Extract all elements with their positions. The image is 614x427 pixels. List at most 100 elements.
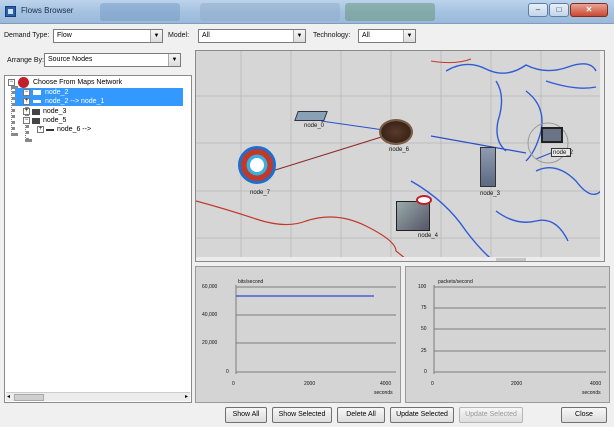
model-label: Model: [168,32,190,39]
network-map[interactable]: node_0 node_6 node_7 node_3 node_2 node_… [195,50,605,262]
graph2-ytick: 25 [421,348,427,354]
tree-row-flow[interactable]: + node_2 --> node_1 [15,97,183,106]
chevron-down-icon: ▼ [403,30,415,42]
graph2-ytick: 75 [421,305,427,311]
expand-toggle[interactable]: + [23,108,30,115]
server-icon [480,147,496,187]
hub-icon [381,121,411,143]
demand-type-select[interactable]: Flow ▼ [53,29,163,43]
tree-row-selected[interactable]: − node_2 [15,88,183,97]
tree-item-node-3[interactable]: node_3 [43,107,66,116]
technology-value: All [362,32,370,39]
chevron-right-icon[interactable]: ▸ [185,393,188,400]
demand-type-value: Flow [57,32,72,39]
node-3[interactable]: node_3 [480,147,500,197]
node-2-label: node_2 [553,150,574,156]
window-title: Flows Browser [21,6,74,15]
chevron-down-icon: ▼ [150,30,162,42]
badge-icon [416,195,432,205]
graph1-ytick: 40,000 [202,312,218,318]
flow-icon [33,100,41,103]
left-panel: Arrange By: Source Nodes ▼ − Choose From… [4,50,192,403]
graph1-ytick: 20,000 [202,340,218,346]
flow-icon [46,129,54,131]
arrange-by-label: Arrange By: [7,57,44,64]
node-7-label: node_7 [250,190,271,196]
node-icon [33,90,41,95]
node-2-box: node_2 [551,148,574,157]
graph2-xunit: seconds [582,390,601,396]
window-controls: – □ ✕ [528,3,608,17]
graph2-ytick: 50 [421,326,427,332]
technology-label: Technology: [313,32,351,39]
node-icon [32,118,40,124]
tree-horizontal-scrollbar[interactable]: ◂ ▸ [6,392,190,401]
chevron-down-icon: ▼ [293,30,305,42]
show-selected-button[interactable]: Show Selected [272,407,332,423]
demand-type-label: Demand Type: [4,32,50,39]
graph2-xtick: 4000 [590,381,602,387]
graph1-ytick: 60,000 [202,284,218,290]
graph2-xtick: 0 [431,381,434,387]
graph1-ytick: 0 [226,369,229,375]
graph1-title: bits/second [238,279,264,285]
graph-canvas [433,285,606,374]
button-bar: Show All Show Selected Delete All Update… [195,407,610,425]
titlebar-background [345,3,435,21]
node-2[interactable]: node_2 [541,127,573,157]
graph1-xtick: 4000 [380,381,392,387]
close-button[interactable]: Close [561,407,607,423]
show-all-button[interactable]: Show All [225,407,267,423]
scrollbar-thumb[interactable] [14,394,44,401]
node-4[interactable]: node_4 [396,195,438,239]
node-icon [32,109,40,115]
node-3-label: node_3 [480,191,501,197]
chevron-left-icon[interactable]: ◂ [7,393,10,400]
titlebar-background [100,3,180,21]
tree-item-node-5[interactable]: node_5 [43,116,66,125]
node-6[interactable]: node_6 [381,121,411,153]
model-value: All [202,32,210,39]
expand-toggle[interactable]: − [23,89,30,96]
update-selected-disabled-button[interactable]: Update Selected [459,407,523,423]
graph2-ytick: 0 [424,369,427,375]
network-icon [18,77,29,88]
tree-item-flow: node_2 --> node_1 [45,98,105,105]
graph1-xtick: 2000 [304,381,316,387]
filter-bar: Demand Type: Flow ▼ Model: All ▼ Technol… [0,25,614,47]
node-0-label: node_0 [304,123,325,129]
graph1-xunit: seconds [374,390,393,396]
expand-toggle[interactable]: − [23,117,30,124]
rack-icon [396,201,430,231]
chevron-down-icon: ▼ [168,54,180,66]
expand-toggle[interactable]: + [23,98,30,105]
app-icon [5,6,16,17]
expand-toggle[interactable]: + [37,126,44,133]
minimize-button[interactable]: – [528,3,548,17]
node-6-label: node_6 [389,147,410,153]
maximize-button[interactable]: □ [549,3,569,17]
tree-item-node-6[interactable]: node_6 --> [57,125,91,134]
model-select[interactable]: All ▼ [198,29,306,43]
node-4-label: node_4 [418,233,439,239]
arrange-by-select[interactable]: Source Nodes ▼ [44,53,181,67]
graph-packets-per-second: packets/second 100 75 50 25 0 0 2000 400… [405,266,610,403]
flow-tree[interactable]: − Choose From Maps Network − node_2 + no… [4,75,192,403]
workstation-icon [238,146,276,184]
tree-root[interactable]: Choose From Maps Network [33,78,122,87]
graph2-ytick: 100 [418,284,427,290]
expand-toggle[interactable]: − [8,79,15,86]
close-window-button[interactable]: ✕ [570,3,608,17]
node-0[interactable]: node_0 [294,111,328,129]
node-7[interactable]: node_7 [238,146,276,196]
graph1-xtick: 0 [232,381,235,387]
graph2-title: packets/second [438,279,473,285]
titlebar-background [200,3,340,21]
workstation-icon [541,127,563,143]
graph2-xtick: 2000 [511,381,523,387]
delete-all-button[interactable]: Delete All [337,407,385,423]
router-icon [294,111,328,121]
title-bar: Flows Browser – □ ✕ [0,0,614,24]
technology-select[interactable]: All ▼ [358,29,416,43]
update-selected-button[interactable]: Update Selected [390,407,454,423]
